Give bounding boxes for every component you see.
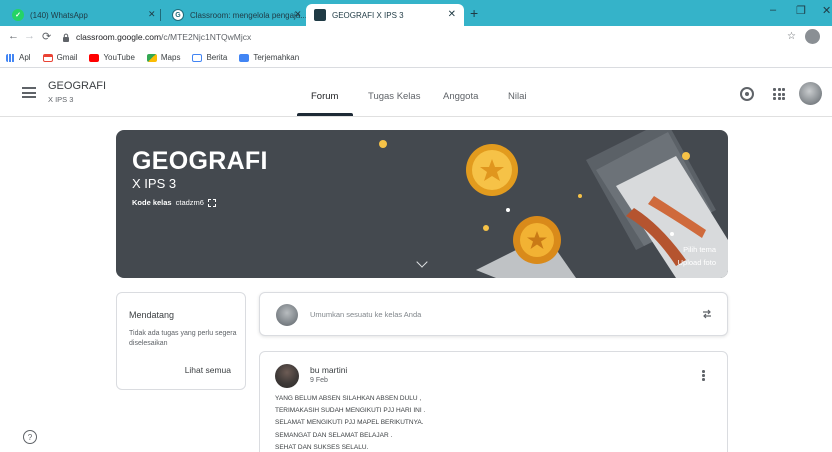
browser-tab-strip: ✓ (140) WhatsApp ✕ G Classroom: mengelol… [0, 0, 832, 26]
close-tab-icon[interactable]: ✕ [448, 9, 456, 20]
post-author: bu martini [310, 365, 348, 375]
hamburger-menu-icon[interactable] [22, 87, 36, 98]
gmail-icon [42, 53, 53, 62]
browser-tab-classroom-help[interactable]: G Classroom: mengelola pengaja... [164, 4, 306, 26]
post-date: 9 Feb [310, 377, 328, 384]
tab-classwork[interactable]: Tugas Kelas [368, 91, 420, 102]
tab-people[interactable]: Anggota [443, 91, 478, 102]
stream-post: bu martini 9 Feb YANG BELUM ABSEN SILAHK… [259, 351, 728, 452]
translate-icon [239, 53, 250, 62]
bookmark-apps[interactable]: Apl [6, 53, 31, 62]
more-options-icon[interactable] [702, 370, 705, 382]
post-body: YANG BELUM ABSEN SILAHKAN ABSEN DULU , T… [275, 393, 425, 452]
apps-grid-icon [6, 53, 15, 62]
bookmark-star-icon[interactable]: ☆ [787, 31, 796, 42]
class-section: X IPS 3 [48, 95, 74, 104]
new-tab-icon[interactable]: + [470, 5, 478, 21]
upload-photo-link[interactable]: Upload foto [678, 258, 716, 267]
fullscreen-icon[interactable] [207, 198, 216, 207]
bookmark-maps[interactable]: Maps [146, 53, 180, 62]
address-bar[interactable]: classroom.google.com/c/MTE2Njc1NTQwMjcx [62, 29, 822, 45]
account-avatar[interactable] [799, 82, 822, 105]
banner-class-title[interactable]: GEOGRAFI [132, 147, 268, 176]
browser-tab-geografi[interactable]: GEOGRAFI X IPS 3 ✕ [306, 4, 464, 26]
post-line: SEHAT DAN SUKSES SELALU. [275, 443, 369, 451]
close-tab-icon[interactable]: ✕ [294, 9, 302, 20]
back-icon[interactable]: ← [8, 30, 19, 42]
close-tab-icon[interactable]: ✕ [148, 9, 156, 20]
upcoming-card: Mendatang Tidak ada tugas yang perlu seg… [116, 292, 246, 390]
bookmark-gmail[interactable]: Gmail [42, 53, 77, 62]
url-path: /c/MTE2Njc1NTQwMjcx [161, 32, 252, 42]
help-icon[interactable]: ? [23, 430, 37, 444]
repost-icon[interactable] [701, 308, 713, 320]
forward-icon[interactable]: → [24, 30, 35, 42]
tab-forum[interactable]: Forum [311, 91, 338, 102]
post-line: TERIMAKASIH SUDAH MENGIKUTI PJJ HARI INI… [275, 407, 426, 415]
lock-icon [63, 33, 69, 42]
avatar [276, 304, 298, 326]
upcoming-empty-text: Tidak ada tugas yang perlu segera disele… [129, 330, 237, 347]
post-line: YANG BELUM ABSEN SILAHKAN ABSEN DULU , [275, 395, 422, 402]
classroom-app-bar: GEOGRAFI X IPS 3 Forum Tugas Kelas Anggo… [0, 69, 832, 117]
bookmark-news[interactable]: Berita [192, 53, 227, 62]
youtube-icon [89, 53, 100, 62]
reload-icon[interactable]: ⟳ [42, 30, 51, 43]
google-icon: G [172, 9, 184, 21]
bookmark-youtube[interactable]: YouTube [89, 53, 135, 62]
whatsapp-icon: ✓ [12, 9, 24, 21]
see-all-link[interactable]: Lihat semua [185, 365, 231, 375]
post-line: SEMANGAT DAN SELAMAT BELAJAR . [275, 431, 393, 439]
close-window-icon[interactable]: ✕ [822, 4, 831, 17]
select-theme-link[interactable]: Pilih tema [683, 245, 716, 254]
minimize-icon[interactable]: – [770, 4, 776, 16]
maps-icon [146, 53, 157, 62]
tab-title: GEOGRAFI X IPS 3 [332, 10, 404, 20]
tab-title: Classroom: mengelola pengaja... [190, 10, 306, 20]
class-code: Kode kelas ctadzm6 [132, 198, 216, 207]
browser-toolbar: ← → ⟳ classroom.google.com/c/MTE2Njc1NTQ… [0, 26, 832, 48]
url-host: classroom.google.com [76, 32, 162, 42]
active-tab-indicator [297, 113, 353, 116]
news-icon [192, 53, 203, 62]
tab-title: (140) WhatsApp [30, 10, 88, 20]
class-banner: GEOGRAFI X IPS 3 Kode kelas ctadzm6 Pili… [116, 130, 728, 278]
tab-grades[interactable]: Nilai [508, 91, 526, 102]
banner-section: X IPS 3 [132, 176, 177, 191]
class-code-label: Kode kelas [132, 198, 172, 207]
class-name[interactable]: GEOGRAFI [48, 80, 106, 92]
bookmark-translate[interactable]: Terjemahkan [239, 53, 299, 62]
browser-profile-avatar[interactable] [805, 29, 820, 44]
maximize-icon[interactable]: ❐ [796, 4, 806, 17]
settings-gear-icon[interactable] [740, 87, 754, 101]
classroom-icon [314, 9, 326, 21]
announce-placeholder[interactable]: Umumkan sesuatu ke kelas Anda [310, 310, 421, 319]
post-line: SELAMAT MENGIKUTI PJJ MAPEL BERIKUTNYA. [275, 419, 424, 427]
author-avatar [275, 364, 299, 388]
google-apps-icon[interactable] [773, 88, 785, 100]
class-code-value: ctadzm6 [175, 198, 204, 207]
bookmarks-bar: Apl Gmail YouTube Maps Berita Terjemahka… [0, 48, 832, 68]
announce-box[interactable]: Umumkan sesuatu ke kelas Anda [259, 292, 728, 336]
upcoming-title: Mendatang [129, 310, 175, 320]
